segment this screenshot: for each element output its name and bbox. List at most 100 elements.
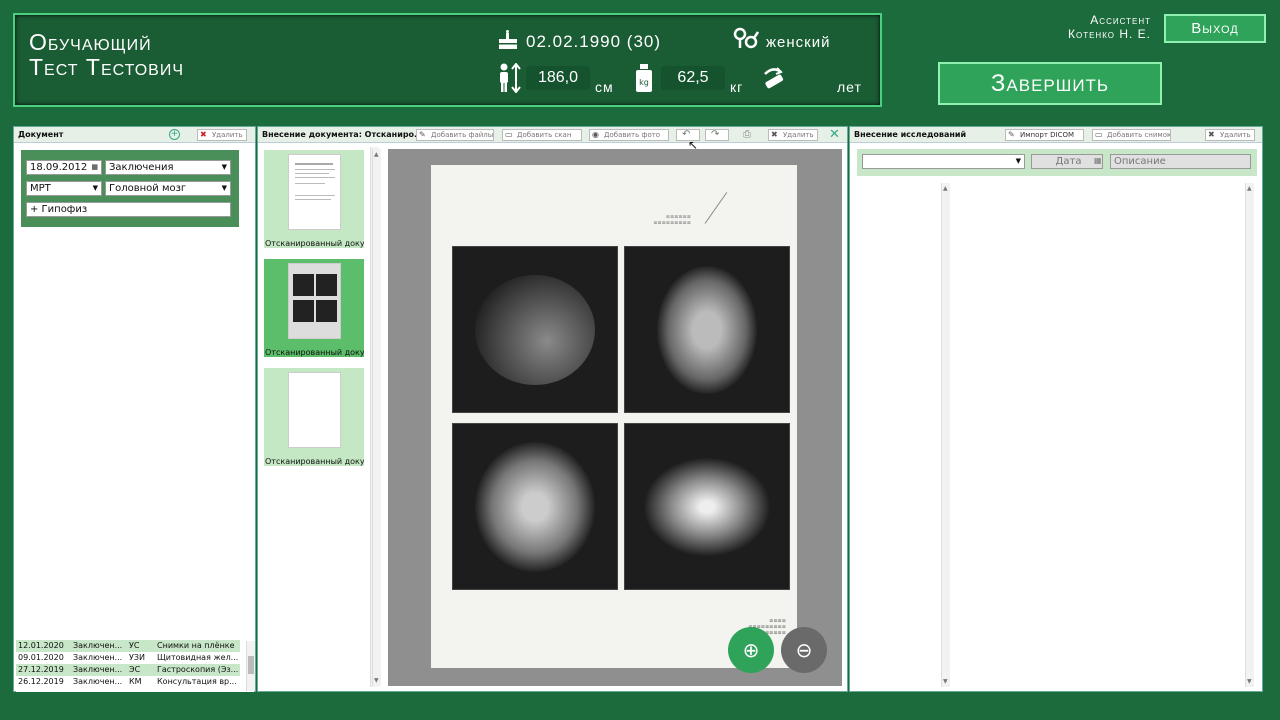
calendar-icon[interactable]: ▦	[1094, 156, 1102, 165]
birth-date: 02.02.1990 (30)	[526, 32, 662, 51]
print-icon[interactable]: ⎙	[743, 129, 751, 140]
add-scan-button[interactable]: ▭ Добавить скан	[502, 129, 582, 141]
user-name: Котенко Н. Е.	[1067, 27, 1151, 41]
studies-scrollbar-left[interactable]: ▲ ▼	[941, 183, 950, 687]
calendar-icon[interactable]: ▦	[91, 161, 98, 174]
studies-delete-button[interactable]: ✖ Удалить	[1205, 129, 1255, 141]
svg-text:kg: kg	[639, 78, 649, 87]
entry-delete-button[interactable]: ✖ Удалить	[768, 129, 818, 141]
thumbnail-page	[288, 372, 341, 448]
history-row[interactable]: 12.01.2020 Заключен... УС Снимки на плёнке	[16, 640, 240, 652]
zoom-in-icon: ⊕	[742, 638, 760, 662]
chevron-down-icon: ▼	[221, 184, 227, 192]
mri-scan-sagittal	[452, 246, 618, 413]
tag-field[interactable]: + Гипофиз	[26, 202, 231, 217]
pen-icon: ✎	[1008, 130, 1015, 139]
history-cell-mod: УС	[129, 641, 140, 650]
weight-value[interactable]: 62,5	[661, 66, 725, 90]
signature	[704, 192, 768, 252]
close-icon: ✖	[200, 130, 207, 139]
date-field[interactable]: 18.09.2012 ▦	[26, 160, 102, 175]
study-date-field[interactable]: Дата	[1031, 154, 1103, 169]
modality-select[interactable]: МРТ ▼	[26, 181, 102, 196]
studies-panel-title-text: Внесение исследований	[854, 130, 967, 139]
weight-unit: кг	[730, 79, 744, 95]
document-viewer[interactable]: ≡≡≡≡≡≡≡≡≡ ≡≡≡≡≡≡ ≡≡≡≡≡≡≡≡ ≡≡≡≡≡≡≡≡≡ ≡≡≡≡ ⊕ …	[388, 149, 842, 686]
add-icon[interactable]: +	[169, 129, 180, 140]
gender-icon	[733, 26, 760, 55]
thumbnail-3[interactable]: Отсканированный докум...	[264, 368, 364, 466]
import-dicom-button[interactable]: ✎ Импорт DICOM	[1005, 129, 1084, 141]
history-cell-type: Заключен...	[73, 641, 123, 650]
camera-icon: ◉	[592, 130, 599, 139]
thumbnail-2[interactable]: Отсканированный докум...	[264, 259, 364, 357]
zoom-in-button[interactable]: ⊕	[728, 627, 774, 673]
chevron-down-icon: ▼	[1015, 157, 1021, 165]
viewer-scrollbar[interactable]: ▲ ▼	[372, 149, 381, 686]
paperclip-icon: ✎	[419, 130, 426, 139]
history-cell-desc: Консультация вр...	[157, 677, 237, 686]
header-text-block: ≡≡≡≡≡≡≡≡≡ ≡≡≡≡≡≡	[653, 213, 691, 225]
mri-scan-axial-1	[624, 246, 790, 413]
doc-delete-label: Удалить	[212, 131, 243, 139]
current-user: Ассистент Котенко Н. Е.	[1068, 13, 1151, 41]
chevron-down-icon: ▼	[92, 184, 98, 192]
exit-button[interactable]: Выход	[1164, 14, 1266, 43]
history-cell-mod: ЭС	[129, 665, 141, 674]
entry-delete-label: Удалить	[783, 131, 814, 139]
add-image-label: Добавить снимок	[1107, 131, 1171, 139]
doc-type-value: Заключения	[109, 162, 174, 173]
history-row[interactable]: 27.12.2019 Заключен... ЭС Гастроскопия (Эз.…	[16, 664, 240, 676]
history-cell-date: 09.01.2020	[18, 653, 64, 662]
add-photo-label: Добавить фото	[604, 131, 661, 139]
mouse-cursor: ↖	[688, 138, 699, 152]
patient-name-line1: Обучающий	[29, 29, 152, 55]
studies-scrollbar-right[interactable]: ▲ ▼	[1245, 183, 1254, 687]
study-description-field[interactable]: Описание	[1110, 154, 1251, 169]
zoom-out-icon: ⊖	[795, 638, 813, 662]
age-icon	[761, 64, 785, 93]
finish-button[interactable]: Завершить	[938, 62, 1162, 105]
thumbnail-page	[288, 263, 341, 339]
add-files-button[interactable]: ✎ Добавить файлы	[416, 129, 494, 141]
rotate-right-icon: ↷	[711, 129, 720, 140]
history-row[interactable]: 26.12.2019 Заключен... КМ Консультация вр..…	[16, 676, 240, 688]
region-select[interactable]: Головной мозг ▼	[105, 181, 231, 196]
image-icon: ▭	[1095, 130, 1103, 139]
date-field-value: 18.09.2012	[30, 162, 88, 173]
close-icon: ✖	[771, 130, 778, 139]
height-icon	[497, 62, 523, 96]
document-panel: Документ + ✖ Удалить 18.09.2012 ▦ Заключен…	[13, 126, 256, 692]
history-cell-type: Заключен...	[73, 665, 123, 674]
scanned-page: ≡≡≡≡≡≡≡≡≡ ≡≡≡≡≡≡ ≡≡≡≡≡≡≡≡ ≡≡≡≡≡≡≡≡≡ ≡≡≡≡	[431, 165, 797, 668]
history-cell-mod: УЗИ	[129, 653, 145, 662]
thumbnail-caption: Отсканированный докум...	[265, 239, 364, 248]
add-photo-button[interactable]: ◉ Добавить фото	[589, 129, 669, 141]
history-scrollbar[interactable]	[246, 641, 255, 691]
footer-text-block: ≡≡≡≡≡≡≡≡ ≡≡≡≡≡≡≡≡≡ ≡≡≡≡	[748, 617, 786, 635]
study-type-select[interactable]: ▼	[862, 154, 1025, 169]
add-image-button[interactable]: ▭ Добавить снимок	[1092, 129, 1171, 141]
thumbnail-1[interactable]: Отсканированный докум...	[264, 150, 364, 248]
rotate-right-button[interactable]: ↷	[705, 129, 729, 141]
add-files-label: Добавить файлы	[431, 131, 494, 139]
region-value: Головной мозг	[109, 183, 187, 194]
history-row[interactable]: 09.01.2020 Заключен... УЗИ Щитовидная жел..…	[16, 652, 240, 664]
scanner-icon: ▭	[505, 130, 513, 139]
document-panel-title-text: Документ	[18, 130, 64, 139]
history-cell-type: Заключен...	[73, 677, 123, 686]
weight-icon: kg	[634, 63, 654, 96]
doc-delete-button[interactable]: ✖ Удалить	[197, 129, 247, 141]
height-value[interactable]: 186,0	[526, 66, 590, 90]
study-form: ▼ Дата ▦ Описание	[857, 149, 1257, 176]
zoom-out-button[interactable]: ⊖	[781, 627, 827, 673]
gender: женский	[766, 34, 831, 51]
studies-panel: Внесение исследований ✎ Импорт DICOM ▭ Доб…	[849, 126, 1263, 692]
age-unit: лет	[837, 79, 862, 95]
add-scan-label: Добавить скан	[517, 131, 572, 139]
doc-type-select[interactable]: Заключения ▼	[105, 160, 231, 175]
entry-panel-title-text: Внесение документа: Отсканиро...	[262, 130, 424, 139]
import-dicom-label: Импорт DICOM	[1020, 131, 1075, 139]
close-panel-icon[interactable]: ✕	[829, 127, 840, 142]
mri-scan-axial-3	[624, 423, 790, 590]
